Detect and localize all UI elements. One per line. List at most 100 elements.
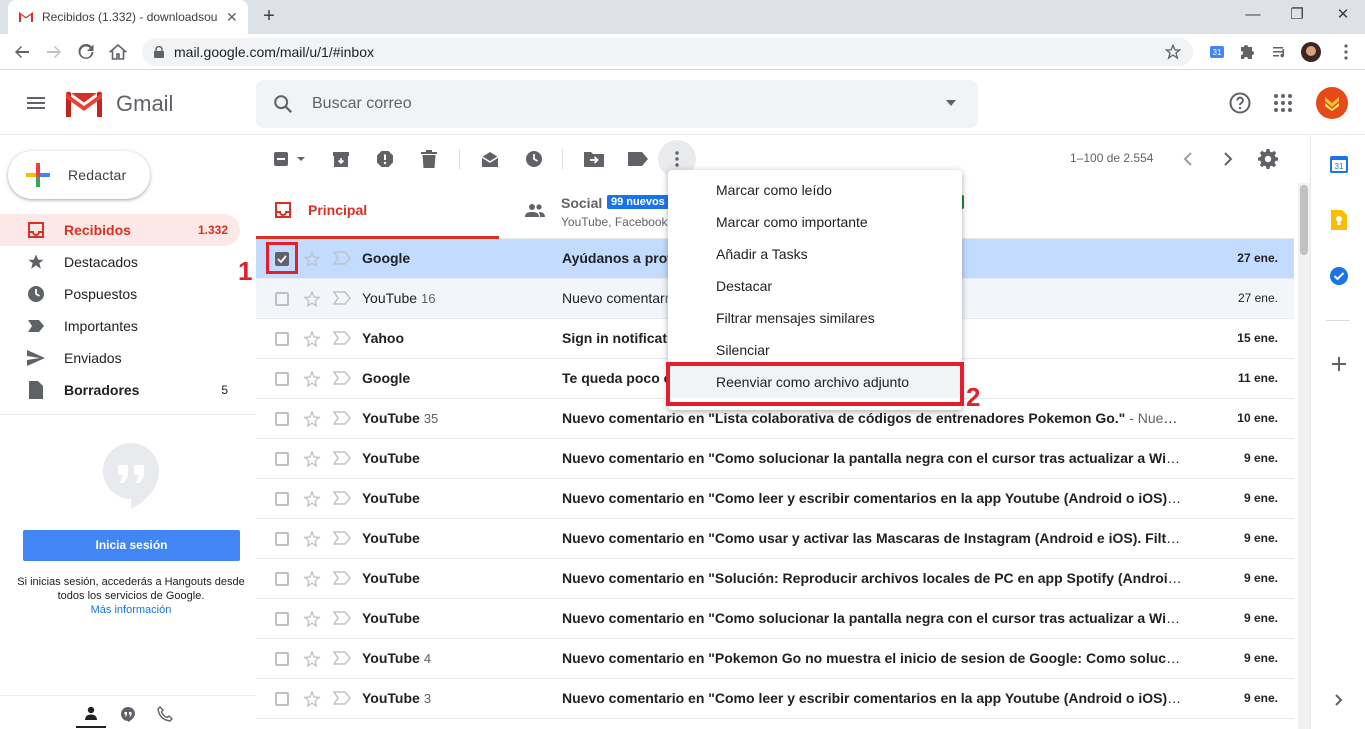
more-info-link[interactable]: Más información bbox=[16, 603, 246, 617]
importance-marker-icon[interactable] bbox=[333, 571, 351, 585]
email-list-scrollbar[interactable] bbox=[1298, 183, 1310, 729]
star-toggle-icon[interactable] bbox=[303, 450, 321, 468]
contacts-person-icon[interactable] bbox=[76, 700, 106, 728]
search-input[interactable]: Buscar correo bbox=[312, 95, 412, 113]
new-tab-icon[interactable]: + bbox=[258, 6, 280, 28]
menu-item-filter-similar[interactable]: Filtrar mensajes similares bbox=[668, 302, 962, 334]
gmail-logo-icon[interactable] bbox=[64, 89, 104, 119]
bookmark-star-icon[interactable] bbox=[1165, 44, 1181, 60]
address-bar[interactable]: mail.google.com/mail/u/1/#inbox bbox=[142, 38, 1193, 66]
add-addon-plus-icon[interactable] bbox=[1328, 353, 1350, 375]
forward-icon[interactable] bbox=[42, 40, 66, 64]
tab-principal[interactable]: Principal bbox=[256, 183, 499, 239]
keep-icon[interactable] bbox=[1328, 209, 1350, 231]
profile-avatar-icon[interactable] bbox=[1301, 42, 1321, 62]
minimize-icon[interactable]: — bbox=[1238, 4, 1268, 26]
importance-marker-icon[interactable] bbox=[333, 531, 351, 545]
table-row[interactable]: YouTube Nuevo comentario en "Como solucio… bbox=[256, 439, 1294, 479]
star-toggle-icon[interactable] bbox=[303, 570, 321, 588]
table-row[interactable]: YouTube Nuevo comentario en "Como usar y … bbox=[256, 519, 1294, 559]
back-icon[interactable] bbox=[10, 40, 34, 64]
account-avatar-icon[interactable] bbox=[1316, 87, 1348, 119]
menu-item-mark-read[interactable]: Marcar como leído bbox=[668, 174, 962, 206]
mark-as-read-icon[interactable] bbox=[478, 147, 502, 171]
star-toggle-icon[interactable] bbox=[303, 370, 321, 388]
reload-icon[interactable] bbox=[74, 40, 98, 64]
media-queue-icon[interactable] bbox=[1270, 42, 1290, 62]
row-checkbox[interactable] bbox=[275, 532, 289, 546]
report-spam-icon[interactable] bbox=[373, 147, 397, 171]
chevron-left-icon[interactable] bbox=[1176, 147, 1200, 171]
expand-panel-chevron-icon[interactable] bbox=[1328, 689, 1350, 711]
phone-icon[interactable] bbox=[150, 700, 180, 728]
hangouts-chat-icon[interactable] bbox=[113, 700, 143, 728]
sidebar-item-important[interactable]: Importantes bbox=[0, 310, 240, 342]
star-toggle-icon[interactable] bbox=[303, 650, 321, 668]
move-to-icon[interactable] bbox=[582, 147, 606, 171]
browser-tab[interactable]: Recibidos (1.332) - downloadsou ✕ bbox=[8, 0, 248, 34]
table-row[interactable]: YouTube 4 Nuevo comentario en "Pokemon Go … bbox=[256, 639, 1294, 679]
star-toggle-icon[interactable] bbox=[303, 290, 321, 308]
importance-marker-icon[interactable] bbox=[333, 611, 351, 625]
scrollbar-thumb[interactable] bbox=[1300, 185, 1308, 255]
star-toggle-icon[interactable] bbox=[303, 690, 321, 708]
importance-marker-icon[interactable] bbox=[333, 251, 351, 265]
row-checkbox[interactable] bbox=[275, 452, 289, 466]
google-apps-icon[interactable] bbox=[1273, 93, 1293, 113]
label-tag-icon[interactable] bbox=[626, 147, 650, 171]
row-checkbox[interactable] bbox=[275, 492, 289, 506]
main-menu-icon[interactable] bbox=[24, 91, 48, 115]
table-row[interactable]: YouTube 3 Nuevo comentario en "Como leer y… bbox=[256, 679, 1294, 719]
table-row[interactable]: YouTube Nuevo comentario en "Como solucio… bbox=[256, 599, 1294, 639]
snooze-clock-icon[interactable] bbox=[522, 147, 546, 171]
menu-item-mark-important[interactable]: Marcar como importante bbox=[668, 206, 962, 238]
row-checkbox[interactable] bbox=[275, 572, 289, 586]
star-toggle-icon[interactable] bbox=[303, 410, 321, 428]
importance-marker-icon[interactable] bbox=[333, 371, 351, 385]
star-toggle-icon[interactable] bbox=[303, 610, 321, 628]
importance-marker-icon[interactable] bbox=[333, 451, 351, 465]
row-checkbox[interactable] bbox=[275, 332, 289, 346]
row-checkbox[interactable] bbox=[275, 652, 289, 666]
table-row[interactable]: YouTube Nuevo comentario en "Como leer y … bbox=[256, 479, 1294, 519]
archive-icon[interactable] bbox=[329, 147, 353, 171]
sidebar-item-starred[interactable]: Destacados bbox=[0, 246, 240, 278]
search-options-icon[interactable] bbox=[946, 100, 956, 106]
sidebar-item-snoozed[interactable]: Pospuestos bbox=[0, 278, 240, 310]
sidebar-item-drafts[interactable]: Borradores 5 bbox=[0, 374, 240, 406]
importance-marker-icon[interactable] bbox=[333, 411, 351, 425]
tasks-icon[interactable] bbox=[1328, 265, 1350, 287]
chevron-right-icon[interactable] bbox=[1216, 147, 1240, 171]
star-toggle-icon[interactable] bbox=[303, 530, 321, 548]
menu-item-add-to-tasks[interactable]: Añadir a Tasks bbox=[668, 238, 962, 270]
row-checkbox[interactable] bbox=[275, 292, 289, 306]
calendar-icon[interactable]: 31 bbox=[1328, 153, 1350, 175]
home-icon[interactable] bbox=[106, 40, 130, 64]
search-icon[interactable] bbox=[272, 93, 294, 115]
importance-marker-icon[interactable] bbox=[333, 491, 351, 505]
translate-extension-icon[interactable]: 31 bbox=[1207, 42, 1227, 62]
row-checkbox[interactable] bbox=[275, 372, 289, 386]
star-toggle-icon[interactable] bbox=[303, 250, 321, 268]
sidebar-item-sent[interactable]: Enviados bbox=[0, 342, 240, 374]
importance-marker-icon[interactable] bbox=[333, 331, 351, 345]
importance-marker-icon[interactable] bbox=[333, 651, 351, 665]
importance-marker-icon[interactable] bbox=[333, 291, 351, 305]
sidebar-item-inbox[interactable]: Recibidos 1.332 bbox=[0, 214, 240, 246]
close-tab-icon[interactable]: ✕ bbox=[226, 9, 238, 26]
help-icon[interactable] bbox=[1228, 91, 1252, 115]
table-row[interactable]: YouTube Nuevo comentario en "Solución: Re… bbox=[256, 559, 1294, 599]
row-checkbox[interactable] bbox=[275, 612, 289, 626]
close-window-icon[interactable]: ✕ bbox=[1328, 4, 1358, 26]
search-bar[interactable]: Buscar correo bbox=[256, 80, 978, 128]
browser-menu-icon[interactable] bbox=[1336, 42, 1356, 62]
menu-item-star[interactable]: Destacar bbox=[668, 270, 962, 302]
select-all-checkbox-icon[interactable] bbox=[272, 147, 308, 171]
star-toggle-icon[interactable] bbox=[303, 330, 321, 348]
settings-gear-icon[interactable] bbox=[1256, 147, 1280, 171]
row-checkbox[interactable] bbox=[275, 692, 289, 706]
row-checkbox[interactable] bbox=[275, 412, 289, 426]
star-toggle-icon[interactable] bbox=[303, 490, 321, 508]
extensions-puzzle-icon[interactable] bbox=[1238, 42, 1258, 62]
hangouts-signin-button[interactable]: Inicia sesión bbox=[23, 530, 240, 561]
